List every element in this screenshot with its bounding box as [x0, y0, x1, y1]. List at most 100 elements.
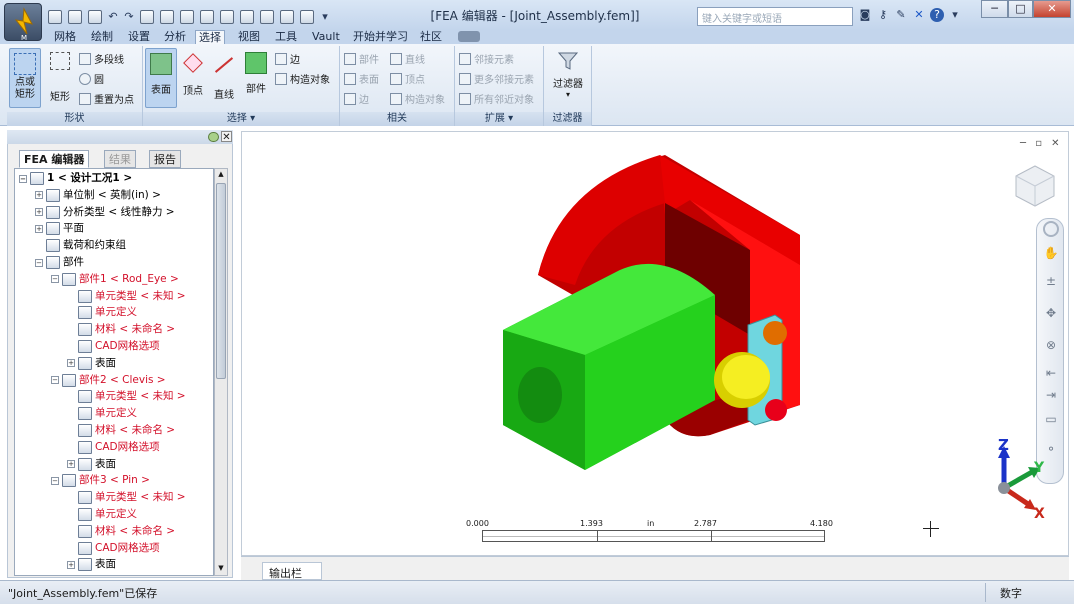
extend-panel-label[interactable]: 扩展 ▾	[455, 112, 543, 126]
save-icon[interactable]	[88, 10, 102, 24]
help-dropdown-icon[interactable]: ▾	[948, 8, 962, 22]
tab-setup[interactable]: 设置	[125, 30, 153, 44]
redo-icon[interactable]: ↷	[122, 10, 136, 24]
tab-select[interactable]: 选择	[195, 30, 225, 45]
tab-results[interactable]: 结果	[104, 150, 136, 168]
scroll-up-icon[interactable]: ▲	[216, 170, 226, 180]
qat-dropdown-icon[interactable]: ▾	[318, 10, 332, 24]
zoom-icon[interactable]: ±	[1043, 273, 1059, 289]
undo-icon[interactable]: ↶	[106, 10, 120, 24]
more-neighbor-button[interactable]: 更多邻接元素	[459, 71, 534, 86]
expand-toggle-icon[interactable]: +	[35, 224, 43, 233]
related-line-button[interactable]: 直线	[390, 51, 425, 66]
reset-to-point-button[interactable]: 重置为点	[79, 91, 134, 106]
tab-analysis[interactable]: 分析	[161, 30, 189, 44]
maximize-button[interactable]: □	[1008, 0, 1033, 18]
tab-options-icon[interactable]	[458, 31, 480, 42]
edit-icon[interactable]	[140, 10, 154, 24]
tab-tools[interactable]: 工具	[272, 30, 300, 44]
tab-view[interactable]: 视图	[235, 30, 263, 44]
expand-toggle-icon[interactable]: −	[51, 476, 59, 485]
expand-toggle-icon[interactable]: +	[67, 560, 75, 569]
tree-item[interactable]: CAD网格选项	[67, 439, 160, 456]
open-file-icon[interactable]	[68, 10, 82, 24]
binoculars-icon[interactable]: ◙	[858, 8, 872, 22]
related-edge-button[interactable]: 边	[344, 91, 369, 106]
tree-item[interactable]: CAD网格选项	[67, 540, 160, 557]
surface-select-button[interactable]: 表面	[145, 48, 177, 108]
edge-select-button[interactable]: 边	[275, 51, 300, 66]
tree-item[interactable]: − 1 < 设计工况1 >	[19, 170, 132, 187]
tree-item[interactable]: + 分析类型 < 线性静力 >	[35, 204, 175, 221]
application-menu-button[interactable]: M	[4, 3, 42, 42]
tree-item[interactable]: 单元定义	[67, 405, 137, 422]
tab-fea-editor[interactable]: FEA 编辑器	[19, 150, 90, 168]
orbit-icon[interactable]: ✥	[1043, 305, 1059, 321]
tree-item[interactable]: 单元类型 < 未知 >	[67, 388, 186, 405]
rod-eye-part[interactable]	[503, 263, 715, 470]
all-neighbor-button[interactable]: 所有邻近对象	[459, 91, 534, 106]
help-icon[interactable]: ?	[930, 8, 944, 22]
close-button[interactable]: ✕	[1033, 0, 1071, 18]
output-tab[interactable]: 输出栏	[262, 562, 322, 580]
pan-hand-icon[interactable]: ✋	[1043, 245, 1059, 261]
select-box-icon[interactable]	[200, 10, 214, 24]
table-icon[interactable]	[280, 10, 294, 24]
tree-item[interactable]: − 部件3 < Pin >	[51, 472, 150, 489]
search-input[interactable]: 键入关键字或短语	[697, 7, 853, 26]
tree-scrollbar-thumb[interactable]	[216, 183, 226, 379]
tree-item[interactable]: CAD网格选项	[67, 338, 160, 355]
key-icon[interactable]: ⚷	[876, 8, 890, 22]
tab-report[interactable]: 报告	[149, 150, 181, 168]
new-file-icon[interactable]	[48, 10, 62, 24]
display-icon[interactable]	[240, 10, 254, 24]
tab-mesh[interactable]: 网格	[51, 30, 79, 44]
pin-icon[interactable]	[208, 132, 219, 142]
tab-community[interactable]: 社区	[417, 30, 445, 44]
related-vertex-button[interactable]: 顶点	[390, 71, 425, 86]
import-icon[interactable]	[300, 10, 314, 24]
tree-item[interactable]: + 平面	[35, 220, 84, 237]
tab-draw[interactable]: 绘制	[88, 30, 116, 44]
panel-close-icon[interactable]: ✕	[221, 131, 232, 143]
tree-item[interactable]: 载荷和约束组	[35, 237, 126, 254]
previous-view-icon[interactable]: ⇤	[1043, 365, 1059, 381]
expand-toggle-icon[interactable]: +	[35, 191, 43, 200]
related-surface-button[interactable]: 表面	[344, 71, 379, 86]
tree-item[interactable]: − 部件	[35, 254, 84, 271]
tools-icon[interactable]: ✎	[894, 8, 908, 22]
expand-toggle-icon[interactable]: −	[51, 376, 59, 385]
tree-item[interactable]: + 表面	[67, 456, 116, 473]
select-arrow-icon[interactable]	[220, 10, 234, 24]
expand-toggle-icon[interactable]: −	[19, 174, 27, 183]
minimize-button[interactable]: ─	[981, 0, 1008, 18]
tree-item[interactable]: 单元类型 < 未知 >	[67, 489, 186, 506]
scroll-down-icon[interactable]: ▼	[216, 564, 226, 574]
tree-item[interactable]: + 表面	[67, 556, 116, 573]
part-select-button[interactable]: 部件	[241, 48, 271, 108]
related-construct-button[interactable]: 构造对象	[390, 91, 445, 106]
expand-toggle-icon[interactable]: −	[51, 275, 59, 284]
tree-item[interactable]: 单元定义	[67, 506, 137, 523]
rectangle-button[interactable]: 矩形	[45, 48, 75, 108]
line-select-button[interactable]: 直线	[209, 48, 239, 108]
tree-item[interactable]: + 表面	[67, 355, 116, 372]
tree-item[interactable]: − 部件2 < Clevis >	[51, 372, 166, 389]
tree-item[interactable]: − 部件1 < Rod_Eye >	[51, 271, 179, 288]
look-at-icon[interactable]: ⊗	[1043, 337, 1059, 353]
neighbor-button[interactable]: 邻接元素	[459, 51, 514, 66]
viewport-window-controls[interactable]: ─ ▫ ✕	[1020, 138, 1068, 150]
tree-item[interactable]: 单元定义	[67, 304, 137, 321]
tree-item[interactable]: 材料 < 未命名 >	[67, 422, 175, 439]
construct-select-button[interactable]: 构造对象	[275, 71, 330, 86]
expand-toggle-icon[interactable]: +	[67, 460, 75, 469]
next-view-icon[interactable]: ⇥	[1043, 387, 1059, 403]
tree-item[interactable]: 材料 < 未命名 >	[67, 523, 175, 540]
tree-item[interactable]: + 单位制 < 英制(in) >	[35, 187, 161, 204]
window-zoom-icon[interactable]: ▭	[1043, 411, 1059, 427]
vertex-select-button[interactable]: 顶点	[179, 48, 207, 108]
expand-toggle-icon[interactable]: +	[35, 208, 43, 217]
expand-toggle-icon[interactable]: +	[67, 359, 75, 368]
steering-wheel-icon[interactable]	[1043, 221, 1059, 237]
exchange-icon[interactable]: ✕	[912, 8, 926, 22]
